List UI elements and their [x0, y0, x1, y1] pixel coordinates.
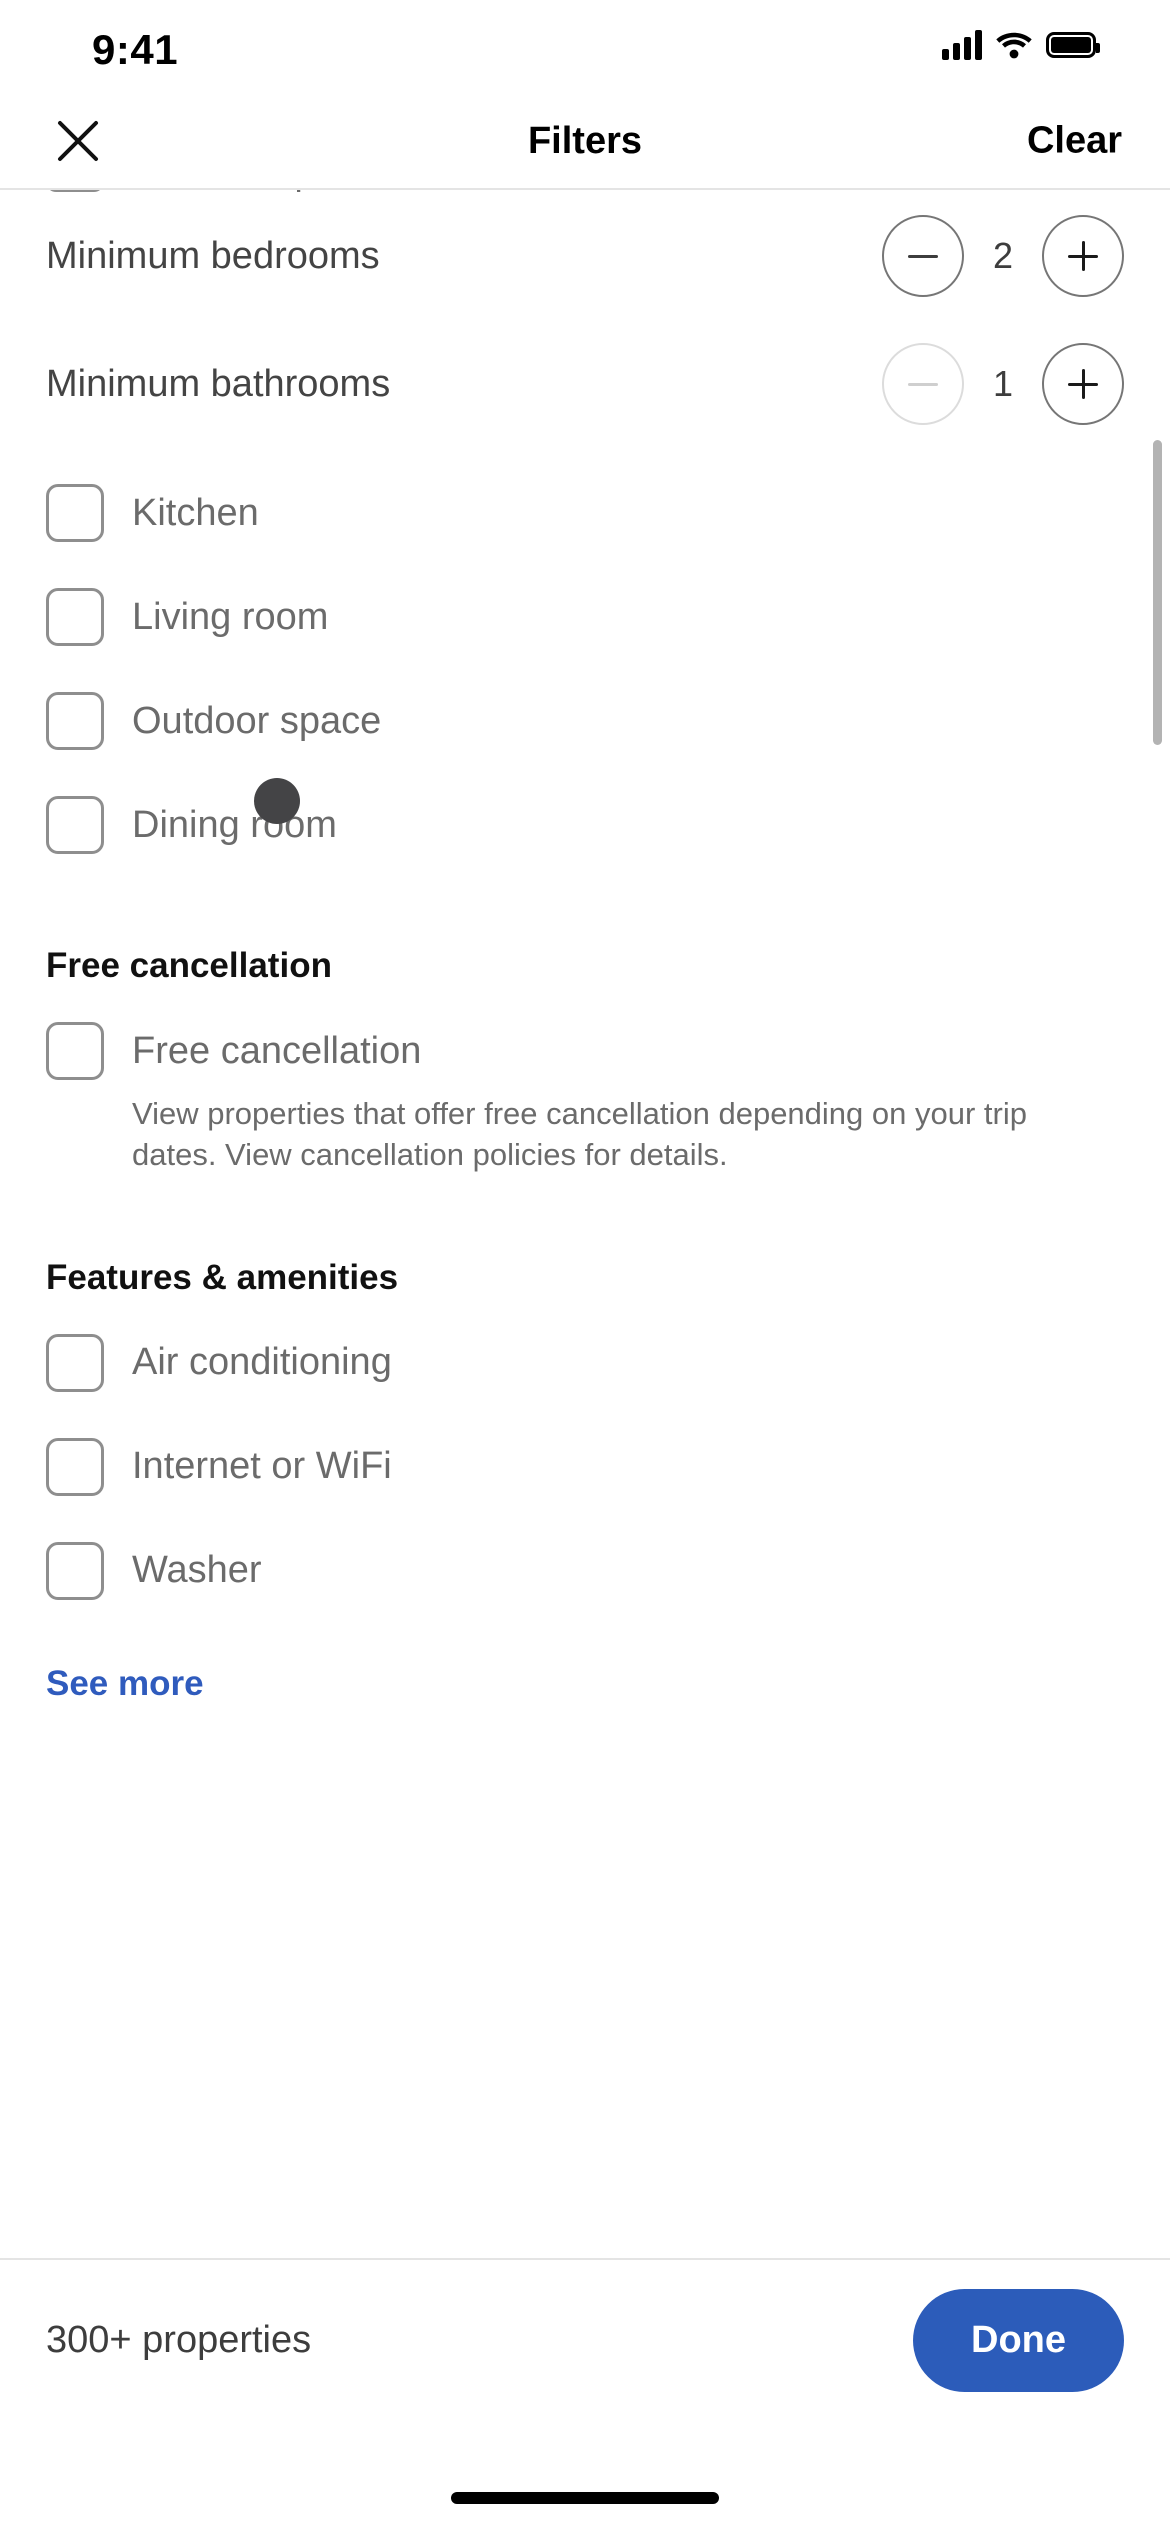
battery-full-icon: [1046, 32, 1100, 58]
checkbox-icon: [46, 796, 104, 854]
checkbox-row-washer[interactable]: Washer: [46, 1532, 1124, 1610]
scrollbar-thumb[interactable]: [1153, 440, 1162, 745]
section-title-free-cancellation: Free cancellation: [46, 946, 332, 985]
checkbox-label-washer: Washer: [132, 1549, 262, 1592]
clipped-list-item-label: Outdoor space: [132, 190, 375, 192]
stepper-label-minimum-bedrooms: Minimum bedrooms: [46, 234, 380, 277]
checkbox-row-air-conditioning[interactable]: Air conditioning: [46, 1324, 1124, 1402]
checkbox-icon: [46, 1541, 104, 1600]
page-title: Filters: [527, 119, 643, 162]
checkbox-row-outdoor-space[interactable]: Outdoor space: [46, 682, 1124, 760]
plus-icon: [1068, 241, 1098, 271]
stepper-value-minimum-bedrooms: 2: [992, 235, 1014, 276]
minus-icon: [908, 382, 938, 386]
done-button[interactable]: Done: [913, 2288, 1124, 2392]
checkbox-label-living-room: Living room: [132, 595, 329, 638]
checkbox-icon: [46, 484, 104, 542]
checkbox-row-internet-wifi[interactable]: Internet or WiFi: [46, 1428, 1124, 1506]
checkbox-icon: [46, 1022, 104, 1080]
footer-bar: 300+ properties Done: [0, 2258, 1170, 2420]
checkbox-icon: [46, 588, 104, 646]
filters-scroll-area[interactable]: Outdoor space Minimum bedrooms 2 Minimum…: [0, 190, 1170, 2258]
section-title-features-amenities: Features & amenities: [46, 1257, 399, 1297]
nav-bar: Filters Clear: [0, 94, 1170, 190]
stepper-label-minimum-bathrooms: Minimum bathrooms: [46, 362, 391, 405]
status-bar-icons: [942, 30, 1100, 60]
checkbox-row-kitchen[interactable]: Kitchen: [46, 474, 1124, 552]
status-bar: 9:41: [0, 0, 1170, 94]
results-count: 300+ properties: [46, 2318, 312, 2361]
checkbox-label-outdoor-space: Outdoor space: [132, 699, 382, 742]
checkbox-row-free-cancellation[interactable]: Free cancellation: [46, 1012, 1124, 1090]
home-indicator[interactable]: [451, 2492, 719, 2504]
checkbox-label-air-conditioning: Air conditioning: [132, 1341, 392, 1384]
checkbox-icon: [46, 1333, 104, 1392]
decrement-bathrooms-button[interactable]: [882, 343, 964, 425]
see-more-link[interactable]: See more: [46, 1664, 204, 1704]
stepper-row-minimum-bedrooms: Minimum bedrooms 2: [46, 192, 1124, 320]
increment-bedrooms-button[interactable]: [1042, 215, 1124, 297]
wifi-icon: [996, 32, 1032, 59]
status-bar-time: 9:41: [92, 26, 179, 73]
checkbox-label-dining-room: Dining room: [132, 803, 337, 846]
checkbox-icon: [46, 190, 104, 192]
increment-bathrooms-button[interactable]: [1042, 343, 1124, 425]
checkbox-label-internet-wifi: Internet or WiFi: [132, 1445, 392, 1488]
checkbox-icon: [46, 692, 104, 750]
minus-icon: [908, 254, 938, 258]
stepper-row-minimum-bathrooms: Minimum bathrooms 1: [46, 320, 1124, 448]
checkbox-label-free-cancellation: Free cancellation: [132, 1029, 422, 1072]
home-indicator-area: [0, 2420, 1170, 2532]
phone-screen: 9:41 Filters Clear Outdoor s: [0, 0, 1170, 2532]
filters-content: Outdoor space Minimum bedrooms 2 Minimum…: [0, 190, 1170, 1774]
checkbox-label-kitchen: Kitchen: [132, 491, 259, 534]
stepper-control-minimum-bedrooms: 2: [882, 215, 1124, 297]
stepper-value-minimum-bathrooms: 1: [992, 363, 1014, 404]
clear-button[interactable]: Clear: [1027, 120, 1122, 163]
checkbox-row-dining-room[interactable]: Dining room: [46, 786, 1124, 864]
plus-icon: [1068, 369, 1098, 399]
cellular-bars-icon: [942, 30, 982, 60]
checkbox-icon: [46, 1437, 104, 1496]
decrement-bedrooms-button[interactable]: [882, 215, 964, 297]
free-cancellation-description: View properties that offer free cancella…: [132, 1096, 1027, 1172]
stepper-control-minimum-bathrooms: 1: [882, 343, 1124, 425]
checkbox-row-living-room[interactable]: Living room: [46, 578, 1124, 656]
